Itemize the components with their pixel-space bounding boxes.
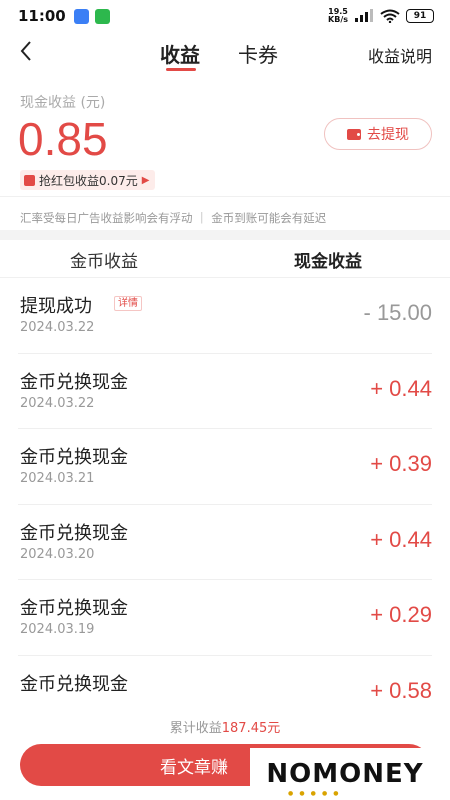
battery-level: 91 [413,11,427,21]
wifi-icon [380,9,400,23]
chevron-right-icon: ▶ [141,174,150,186]
status-bar: 11:00 19.5 KB/s 91 [0,0,450,32]
record-date: 2024.03.22 [20,320,95,335]
record-amount: + 0.44 [370,375,432,401]
net-speed: 19.5 KB/s [328,8,348,24]
app-notification-icon [73,8,89,24]
earnings-help-link[interactable]: 收益说明 [368,43,432,67]
record-tabs: 金币收益 现金收益 [0,240,450,278]
record-title: 金币兑换现金 [20,371,128,393]
record-amount: + 0.58 [370,677,432,703]
cumulative-value: 187.45元 [221,721,281,736]
divider [0,196,450,197]
withdraw-label: 去提现 [367,127,409,143]
watermark-text: NOMONEY [266,759,424,789]
record-title: 金币兑换现金 [20,447,128,468]
watermark-stars: ● ● ● ● ● [288,790,341,797]
battery-icon: 91 [406,9,434,23]
tab-earnings[interactable]: 收益 [160,39,200,68]
tab-cash-earnings[interactable]: 现金收益 [294,247,362,272]
detail-tag[interactable]: 详情 [114,296,142,311]
record-title: 金币兑换现金 [20,673,128,695]
tab-coupons[interactable]: 卡券 [238,39,278,68]
cumulative-label: 累计收益 [169,721,222,736]
exchange-note: 汇率受每日广告收益影响会有浮动 ｜ 金币到账可能会有延迟 [20,211,327,225]
signal-icon [355,9,373,22]
cash-label: 现金收益 (元) [20,95,106,111]
records-list: 提现成功 详情 2024.03.22 - 15.00 金币兑换现金 2024.0… [0,278,450,731]
record-amount: - 15.00 [363,300,433,325]
record-title: 金币兑换现金 [20,598,128,619]
list-item[interactable]: 金币兑换现金 2024.03.22 + 0.44 [18,354,432,429]
active-tab-indicator [166,68,196,71]
record-date: 2024.03.20 [20,546,95,562]
record-date: 2024.03.22 [20,395,95,411]
section-gap [0,230,450,240]
record-title: 提现成功 [20,296,92,317]
status-right: 19.5 KB/s 91 [328,8,434,24]
record-amount: + 0.29 [370,602,432,627]
net-speed-unit: KB/s [328,15,348,24]
record-amount: + 0.44 [370,526,432,552]
list-item[interactable]: 金币兑换现金 2024.03.21 + 0.39 [18,429,432,505]
record-date: 2024.03.19 [20,622,95,637]
watermark-logo: NOMONEY ● ● ● ● ● [250,748,440,800]
red-packet-text: 抢红包收益0.07元 [39,173,138,188]
withdraw-button[interactable]: 去提现 [324,118,432,150]
tab-coin-earnings[interactable]: 金币收益 [70,247,138,272]
cash-value: 0.85 [18,113,108,165]
red-packet-badge[interactable]: 抢红包收益0.07元 ▶ [20,170,156,190]
wallet-icon [347,128,361,140]
status-time: 11:00 [18,7,66,25]
record-title: 金币兑换现金 [20,522,128,544]
record-amount: + 0.39 [370,451,432,476]
top-nav: 收益 卡券 收益说明 [0,32,450,74]
red-packet-icon [24,174,35,186]
list-item[interactable]: 提现成功 详情 2024.03.22 - 15.00 [18,278,432,354]
list-item[interactable]: 金币兑换现金 2024.03.19 + 0.29 [18,580,432,656]
read-articles-label: 看文章赚 [160,757,228,778]
wechat-notification-icon [94,8,110,24]
record-date: 2024.03.21 [20,471,95,486]
cash-summary: 现金收益 (元) 0.85 去提现 抢红包收益0.07元 ▶ 汇率受每日广告收益… [0,74,450,234]
back-arrow-icon[interactable] [14,36,44,66]
list-item[interactable]: 金币兑换现金 2024.03.20 + 0.44 [18,505,432,580]
cumulative-earnings: 累计收益187.45元 [0,717,450,736]
